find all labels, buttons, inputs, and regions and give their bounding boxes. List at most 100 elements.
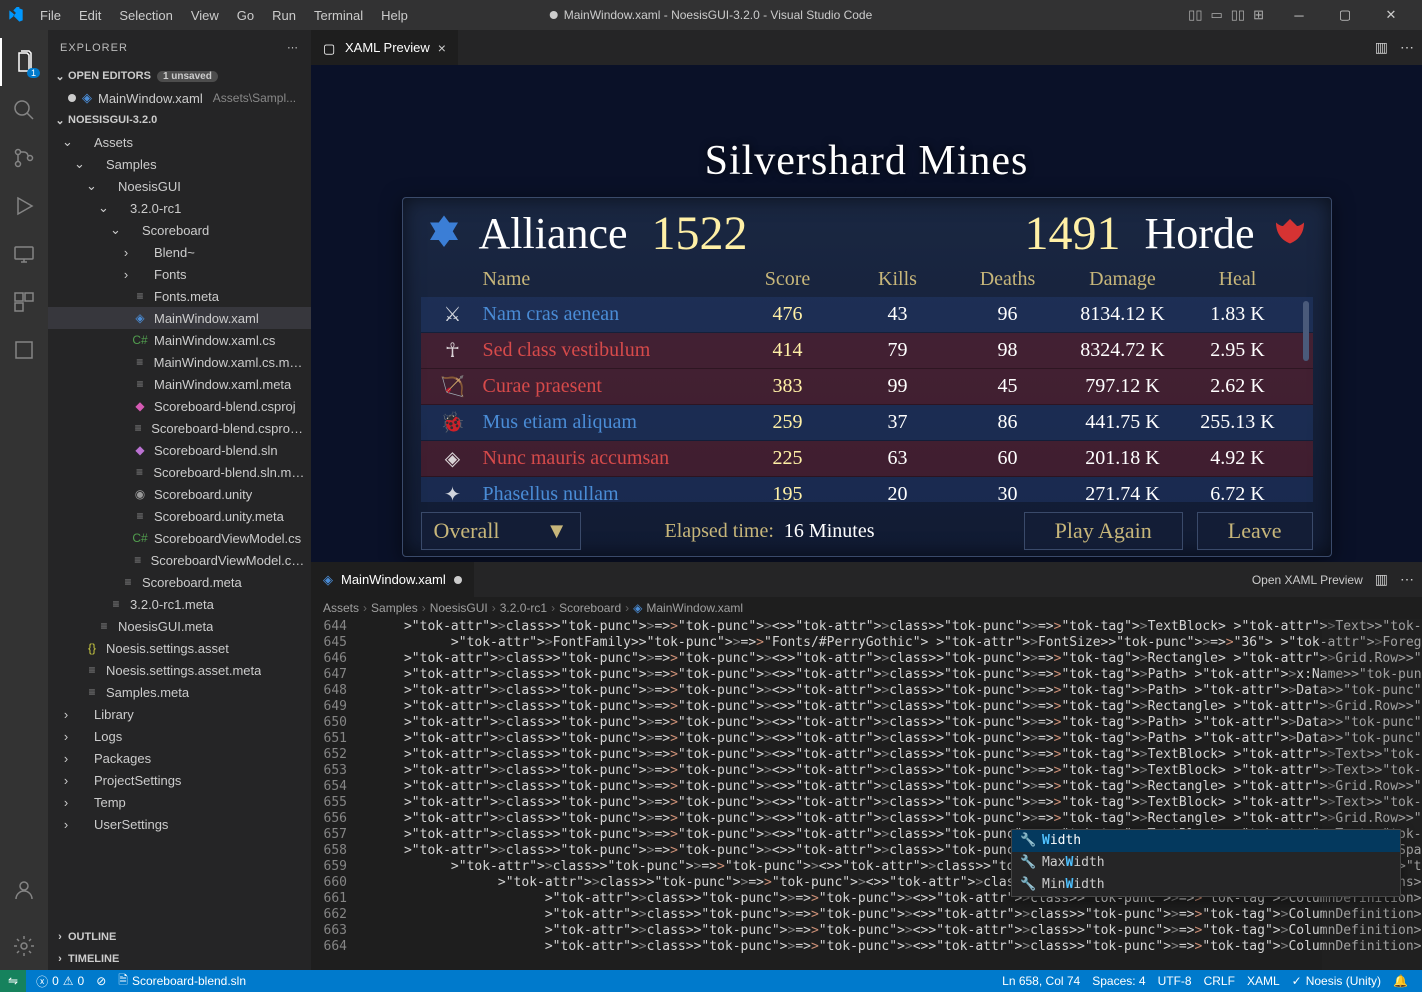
tab-mainwindow[interactable]: ◈ MainWindow.xaml [311,562,475,597]
editor-more-icon[interactable]: ⋯ [1400,39,1414,56]
layout-sidebar-left-icon[interactable]: ▯▯ [1188,7,1202,23]
file-item[interactable]: ◉Scoreboard.unity [48,483,311,505]
file-item[interactable]: ≡Samples.meta [48,681,311,703]
breadcrumb-segment[interactable]: Assets [323,601,359,615]
layout-sidebar-right-icon[interactable]: ▯▯ [1231,7,1245,23]
editor-split-icon[interactable]: ▥ [1375,39,1388,56]
menu-terminal[interactable]: Terminal [306,4,371,27]
layout-panel-icon[interactable]: ▭ [1210,7,1222,23]
indentation[interactable]: Spaces: 4 [1086,970,1151,992]
notifications-icon[interactable]: 🔔 [1387,970,1414,992]
code-body[interactable]: 6446456466476486496506516526536546556566… [311,619,1422,970]
meta-icon: ≡ [131,420,145,436]
intellisense-item[interactable]: 🔧MinWidth [1012,874,1400,896]
file-item[interactable]: ≡Noesis.settings.asset.meta [48,659,311,681]
play-again-button[interactable]: Play Again [1024,512,1183,550]
layout-controls[interactable]: ▯▯ ▭ ▯▯ ⊞ [1188,7,1264,23]
file-item[interactable]: ≡Scoreboard-blend.csproj.meta [48,417,311,439]
remote-explorer-icon[interactable] [0,230,48,278]
folder-item[interactable]: ›Temp [48,791,311,813]
open-editors-header[interactable]: ⌄OPEN EDITORS 1 unsaved [48,65,311,87]
noesis-icon[interactable] [0,326,48,374]
intellisense-popup[interactable]: 🔧Width🔧MaxWidth🔧MinWidth [1011,829,1401,897]
table-scrollbar[interactable] [1303,301,1309,361]
intellisense-item[interactable]: 🔧MaxWidth [1012,852,1400,874]
menu-run[interactable]: Run [264,4,304,27]
folder-item[interactable]: ›Fonts [48,263,311,285]
file-item[interactable]: ≡Scoreboard-blend.sln.meta [48,461,311,483]
file-item[interactable]: ≡NoesisGUI.meta [48,615,311,637]
noesis-status[interactable]: ✓ Noesis (Unity) [1286,970,1387,992]
explorer-icon[interactable]: 1 [0,38,48,86]
file-item[interactable]: ◈MainWindow.xaml [48,307,311,329]
folder-item[interactable]: ⌄Assets [48,131,311,153]
project-header[interactable]: ⌄NOESISGUI-3.2.0 [48,109,311,131]
breadcrumb-segment[interactable]: MainWindow.xaml [646,601,743,615]
settings-gear-icon[interactable] [0,922,48,970]
problems-indicator[interactable]: ⓧ 0 ⚠ 0 [30,970,90,992]
breadcrumb-segment[interactable]: Samples [371,601,418,615]
encoding[interactable]: UTF-8 [1152,970,1198,992]
file-item[interactable]: ≡3.2.0-rc1.meta [48,593,311,615]
breadcrumb[interactable]: Assets›Samples›NoesisGUI›3.2.0-rc1›Score… [311,597,1422,619]
menu-help[interactable]: Help [373,4,416,27]
code-lines[interactable]: >"tok-attr">>class>>"tok-punc">>=>>"tok-… [357,619,1422,970]
ports-indicator[interactable]: ⊘ [90,970,112,992]
leave-button[interactable]: Leave [1197,512,1313,550]
extensions-icon[interactable] [0,278,48,326]
folder-item[interactable]: ⌄3.2.0-rc1 [48,197,311,219]
source-control-icon[interactable] [0,134,48,182]
folder-item[interactable]: ›Library [48,703,311,725]
language-mode[interactable]: XAML [1241,970,1286,992]
editor-split-icon[interactable]: ▥ [1375,571,1388,588]
editor-more-icon[interactable]: ⋯ [1400,571,1414,588]
file-item[interactable]: ≡MainWindow.xaml.meta [48,373,311,395]
close-tab-icon[interactable]: × [438,40,446,56]
menu-go[interactable]: Go [229,4,262,27]
file-item[interactable]: ≡Scoreboard.meta [48,571,311,593]
file-item[interactable]: {}Noesis.settings.asset [48,637,311,659]
layout-custom-icon[interactable]: ⊞ [1253,7,1264,23]
filter-dropdown[interactable]: Overall ▼ [421,512,581,550]
breadcrumb-segment[interactable]: NoesisGUI [430,601,488,615]
sidebar-more-icon[interactable]: ⋯ [287,41,299,54]
solution-indicator[interactable]: 🗎 Scoreboard-blend.sln [112,970,252,992]
file-item[interactable]: ≡ScoreboardViewModel.cs.meta [48,549,311,571]
menu-edit[interactable]: Edit [71,4,109,27]
folder-item[interactable]: ›UserSettings [48,813,311,835]
folder-item[interactable]: ⌄NoesisGUI [48,175,311,197]
menu-view[interactable]: View [183,4,227,27]
file-item[interactable]: C#MainWindow.xaml.cs [48,329,311,351]
folder-item[interactable]: ›Packages [48,747,311,769]
file-item[interactable]: ≡MainWindow.xaml.cs.meta [48,351,311,373]
folder-item[interactable]: ›Logs [48,725,311,747]
breadcrumb-segment[interactable]: Scoreboard [559,601,621,615]
menu-file[interactable]: File [32,4,69,27]
folder-item[interactable]: ›Blend~ [48,241,311,263]
intellisense-item[interactable]: 🔧Width [1012,830,1400,852]
maximize-button[interactable]: ▢ [1322,0,1368,30]
open-xaml-preview-button[interactable]: Open XAML Preview [1252,573,1363,587]
run-debug-icon[interactable] [0,182,48,230]
breadcrumb-segment[interactable]: 3.2.0-rc1 [500,601,547,615]
minimize-button[interactable]: ─ [1276,0,1322,30]
file-item[interactable]: C#ScoreboardViewModel.cs [48,527,311,549]
file-item[interactable]: ◆Scoreboard-blend.sln [48,439,311,461]
remote-indicator[interactable]: ⇋ [0,970,26,992]
timeline-header[interactable]: ›TIMELINE [48,948,311,970]
outline-header[interactable]: ›OUTLINE [48,926,311,948]
folder-item[interactable]: ›ProjectSettings [48,769,311,791]
folder-item[interactable]: ⌄Scoreboard [48,219,311,241]
tab-xaml-preview[interactable]: ▢ XAML Preview × [311,30,459,65]
search-icon[interactable] [0,86,48,134]
open-editor-item[interactable]: ◈ MainWindow.xaml Assets\Sampl... [48,87,311,109]
file-item[interactable]: ≡Scoreboard.unity.meta [48,505,311,527]
file-item[interactable]: ≡Fonts.meta [48,285,311,307]
accounts-icon[interactable] [0,866,48,914]
eol[interactable]: CRLF [1198,970,1241,992]
menu-selection[interactable]: Selection [111,4,180,27]
cursor-position[interactable]: Ln 658, Col 74 [996,970,1086,992]
folder-item[interactable]: ⌄Samples [48,153,311,175]
close-window-button[interactable]: ✕ [1368,0,1414,30]
file-item[interactable]: ◆Scoreboard-blend.csproj [48,395,311,417]
